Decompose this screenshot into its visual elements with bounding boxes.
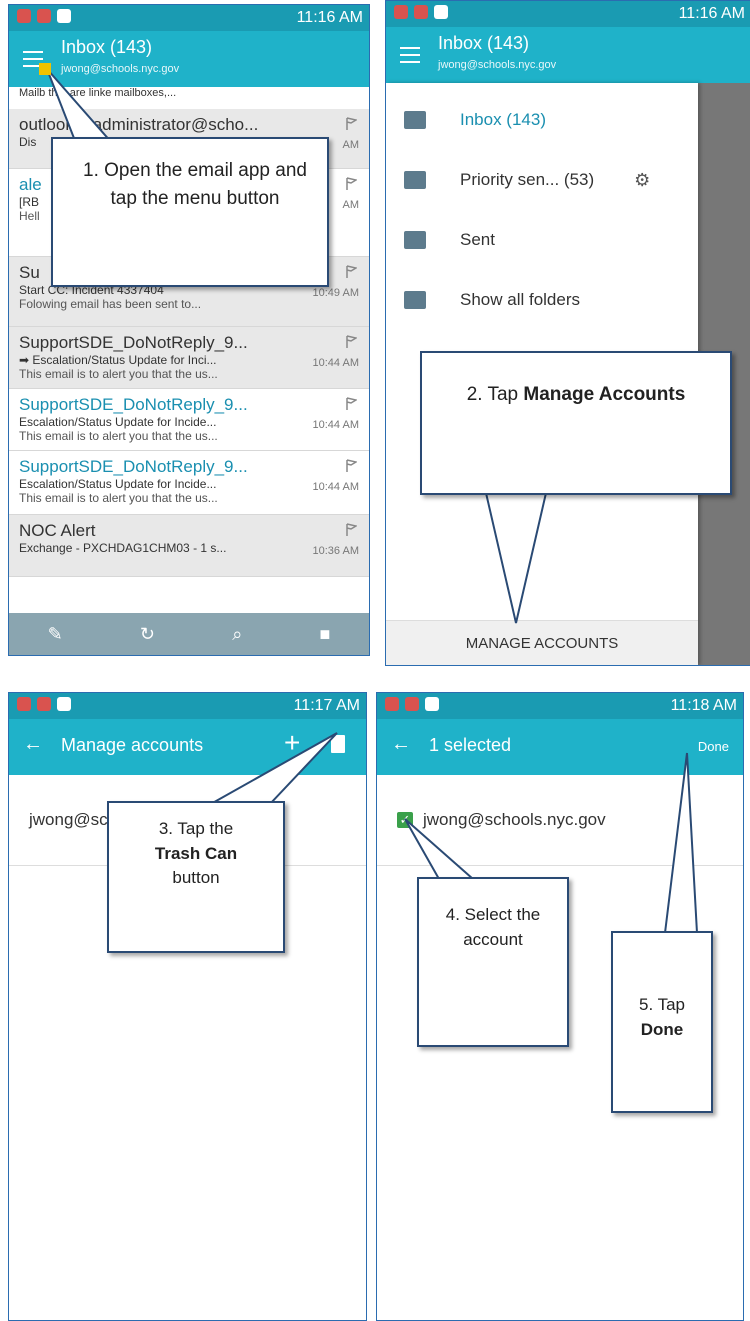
callout-step-5: 5. Tap Done xyxy=(611,931,713,1113)
panel-step-1: 11:16 AM Inbox (143) jwong@schools.nyc.g… xyxy=(8,4,370,656)
callout-step-2: 2. Tap Manage Accounts xyxy=(420,351,732,495)
panel-step-2: 11:16 AM Inbox (143) jwong@schools.nyc.g… xyxy=(385,0,750,666)
callout-step-1: 1. Open the email app and tap the menu b… xyxy=(51,137,329,287)
panel-step-4: 11:18 AM ← 1 selected Done ✓ jwong@schoo… xyxy=(376,692,744,1321)
callout-step-3: 3. Tap the Trash Can button xyxy=(107,801,285,953)
callout-pointer xyxy=(39,63,122,152)
callout-pointer xyxy=(205,732,338,806)
callout-step-4: 4. Select the account xyxy=(417,877,569,1047)
panel-step-3: 11:17 AM ← Manage accounts + jwong@schoo… xyxy=(8,692,367,1321)
callout-pointer xyxy=(484,492,548,624)
